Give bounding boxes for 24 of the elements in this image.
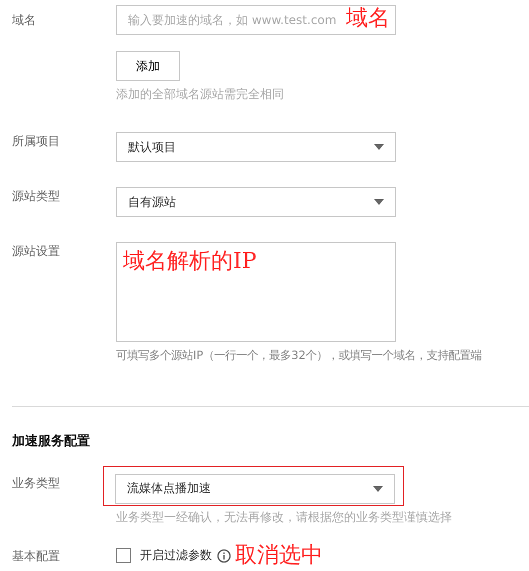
- annotation-text: 取消选中: [235, 544, 323, 566]
- hint-text: 添加的全部域名源站需完全相同: [116, 87, 285, 102]
- section-title: 加速服务配置: [10, 434, 91, 450]
- field-label: 域名: [12, 12, 37, 28]
- dropdown[interactable]: 自有源站: [116, 187, 396, 217]
- checkbox[interactable]: [116, 548, 131, 563]
- field-label: 业务类型: [12, 474, 61, 490]
- field-label: 基本配置: [12, 548, 61, 564]
- annotation-text: 域名解析的IP: [123, 251, 256, 273]
- add-button[interactable]: 添加: [116, 51, 180, 81]
- field-label: 所属项目: [12, 133, 61, 149]
- hint-text: 可填写多个源站IP（一行一个，最多32个），或填写一个域名，支持配置端: [116, 348, 483, 362]
- info-icon[interactable]: [217, 548, 231, 562]
- caret-icon: [374, 144, 384, 150]
- dropdown[interactable]: 默认项目: [116, 132, 396, 162]
- dropdown[interactable]: 流媒体点播加速: [115, 474, 395, 504]
- field-label: 源站设置: [12, 243, 61, 259]
- hint-text: 业务类型一经确认，无法再修改，请根据您的业务类型谨慎选择: [116, 510, 453, 524]
- text-area[interactable]: 域名解析的IP: [116, 242, 396, 342]
- caret-icon: [373, 486, 383, 492]
- field-label: 源站类型: [12, 188, 61, 204]
- caret-icon: [374, 199, 384, 205]
- annotation-text: 域名: [346, 8, 390, 30]
- checkbox-label: 开启过滤参数: [140, 548, 212, 563]
